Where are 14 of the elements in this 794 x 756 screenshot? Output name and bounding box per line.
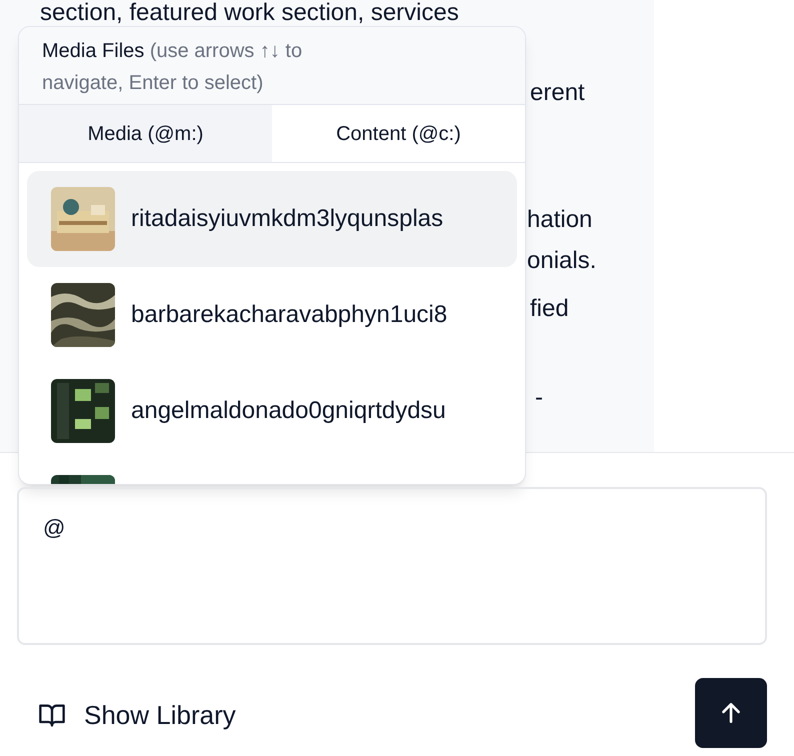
message-text: onials. xyxy=(527,248,596,274)
message-text: fied xyxy=(530,296,569,322)
send-button[interactable] xyxy=(695,678,767,748)
message-input[interactable]: @ xyxy=(17,487,767,645)
media-item[interactable]: barbarekacharavabphyn1uci8 xyxy=(27,267,517,363)
media-item[interactable]: ritadaisyiuvmkdm3lyqunsplas xyxy=(27,171,517,267)
show-library-button[interactable]: Show Library xyxy=(36,695,236,735)
message-text: - xyxy=(535,385,543,411)
media-item[interactable]: angelmaldonado0gniqrtdydsu xyxy=(27,363,517,459)
message-text: section, featured work section, services xyxy=(40,0,459,26)
message-text: hation xyxy=(527,207,592,233)
popup-tab[interactable]: Media (@m:) xyxy=(19,105,272,162)
message-text: erent xyxy=(530,80,585,106)
popup-title: Media Files (use arrows ↑↓ to navigate, Enter to select) xyxy=(42,39,304,96)
